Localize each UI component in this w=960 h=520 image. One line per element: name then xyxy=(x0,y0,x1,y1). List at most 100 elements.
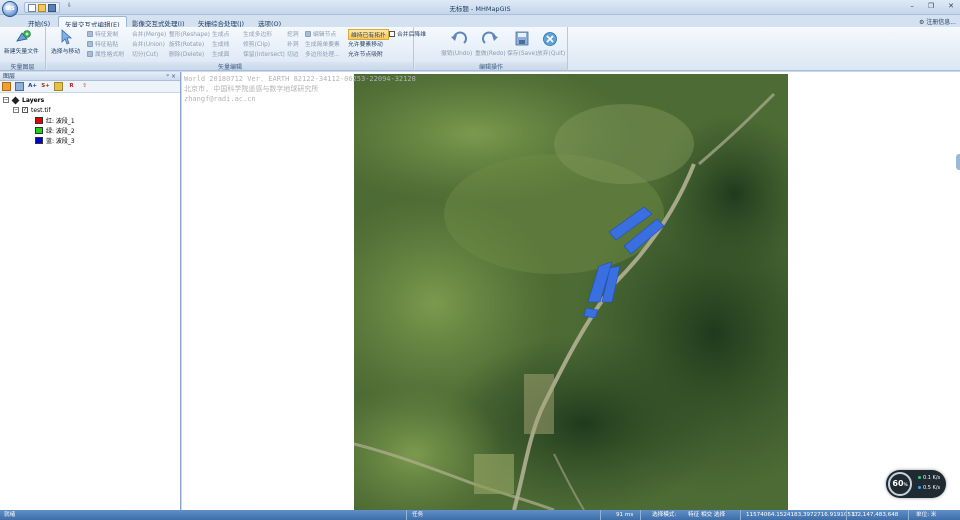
merge-button[interactable]: 合并(Merge) xyxy=(132,29,166,38)
group-edit-operations: 撤销(Undo) 重做(Redo) 保存(Save) 放弃(Quit) 编辑操作 xyxy=(415,27,568,71)
panel-pin-close-icon[interactable]: ᵖ × xyxy=(166,72,176,81)
status-select-mode-label: 选择模式: xyxy=(652,512,677,518)
rotate-button[interactable]: 旋转(Rotate) xyxy=(169,39,204,48)
layer-visibility-checkbox[interactable]: ✓ xyxy=(22,107,28,113)
add-symbol-button[interactable]: S+ xyxy=(41,82,50,91)
paste-icon xyxy=(87,40,93,47)
create-polygon-button[interactable]: 生成面 xyxy=(212,49,229,58)
map-view[interactable]: World 20180712 Ver. EARTH 82122-34112-06… xyxy=(182,72,960,510)
layer-panel-toolbar: A+ S+ R ⇧ xyxy=(0,81,180,93)
zoom-widget[interactable]: 60% 0.1 K/s 0.5 K/s xyxy=(886,470,946,498)
feature-copy-button[interactable]: 特征复制 xyxy=(87,29,118,38)
select-move-icon xyxy=(61,29,73,45)
clip-button[interactable]: 修剪(Clip) xyxy=(243,39,270,48)
allow-feature-move-toggle[interactable]: 允许要素移动 xyxy=(348,39,383,48)
union-button[interactable]: 合并(Union) xyxy=(132,39,165,48)
band-item-green[interactable]: 绿: 波段_2 xyxy=(3,125,180,135)
tab-start[interactable]: 开始(S) xyxy=(22,16,56,28)
ribbon: 新建矢量文件 矢量图层 选择与移动 特征复制 特征粘贴 属性格式刷 合并(Mer… xyxy=(0,27,960,71)
undo-icon xyxy=(451,31,467,44)
create-multipolygon-button[interactable]: 生成多边形 xyxy=(243,29,272,38)
delete-button[interactable]: 删除(Delete) xyxy=(169,49,204,58)
save-edits-icon xyxy=(515,31,529,46)
feature-paste-button[interactable]: 特征粘贴 xyxy=(87,39,118,48)
allow-vertex-snap-toggle[interactable]: 允许节点吸附 xyxy=(348,49,383,58)
watermark-line: zhangf@radi.ac.cn xyxy=(184,95,256,103)
down-arrow-icon xyxy=(918,486,921,489)
polygon-process-button[interactable]: 多边形处理... xyxy=(305,49,340,58)
tab-image-process[interactable]: 影像交互式处理(I) xyxy=(126,16,191,28)
layer-panel-title: 图层 xyxy=(3,73,16,80)
create-point-button[interactable]: 生成点 xyxy=(212,29,229,38)
reshape-button[interactable]: 整形(Reshape) xyxy=(169,29,210,38)
checkbox-icon xyxy=(389,30,395,37)
green-swatch-icon xyxy=(35,126,43,134)
move-layer-button[interactable]: ⇧ xyxy=(80,82,89,91)
layers-icon xyxy=(11,96,20,104)
layer-item-test-tif[interactable]: − ✓ test.tif xyxy=(3,105,180,115)
satellite-image[interactable] xyxy=(354,74,788,510)
red-swatch-icon xyxy=(35,116,43,124)
group-label: 矢量图层 xyxy=(0,62,45,71)
simple-feature-button[interactable]: 生成简单要素 xyxy=(305,39,340,48)
redo-button[interactable]: 重做(Redo) xyxy=(475,48,506,57)
layer-tree-root[interactable]: − Layers xyxy=(3,95,180,105)
group-vector-edit: 选择与移动 特征复制 特征粘贴 属性格式刷 合并(Merge) 合并(Union… xyxy=(47,27,426,71)
register-info-link[interactable]: ⚙ 注册信息... xyxy=(919,17,956,26)
undo-button[interactable]: 撤销(Undo) xyxy=(441,48,472,57)
collapse-toggle-icon[interactable]: − xyxy=(3,97,9,103)
blue-swatch-icon xyxy=(35,136,43,144)
folder-icon[interactable] xyxy=(54,82,63,91)
status-task: 任务 xyxy=(412,512,424,518)
watermark-line: 北京市, 中国科学院遥感与数字地球研究所 xyxy=(184,85,319,93)
create-line-button[interactable]: 生成线 xyxy=(212,39,229,48)
quit-edits-icon xyxy=(543,32,557,46)
vertex-icon xyxy=(305,30,311,37)
maximize-button[interactable]: ❐ xyxy=(928,2,934,10)
status-scale[interactable]: 1:2,147,483,648 xyxy=(852,511,898,519)
status-render-time: 91 ms xyxy=(616,512,634,518)
tab-raster-vector[interactable]: 矢栅综合处理(J) xyxy=(192,16,250,28)
band-item-blue[interactable]: 蓝: 波段_3 xyxy=(3,135,180,145)
band-label: 绿: 波段_2 xyxy=(46,127,75,135)
close-button[interactable]: ✕ xyxy=(948,2,954,10)
band-item-red[interactable]: 红: 波段_1 xyxy=(3,115,180,125)
download-speed: 0.5 K/s xyxy=(918,485,940,491)
image-watermark: World 20180712 Ver. EARTH 82122-34112-06… xyxy=(184,74,416,104)
cut-edge-button[interactable]: 切边 xyxy=(287,49,299,58)
minimize-button[interactable]: – xyxy=(910,2,914,10)
dig-hole-button[interactable]: 挖洞 xyxy=(287,29,299,38)
group-label: 编辑操作 xyxy=(415,62,567,71)
layer-list-icon[interactable] xyxy=(15,82,24,91)
fill-hole-button[interactable]: 补洞 xyxy=(287,39,299,48)
status-bar: 就绪 任务 91 ms 选择模式: 特征 相交 选择 11574064.1524… xyxy=(0,510,960,520)
new-vector-file-button[interactable]: 新建矢量文件 xyxy=(4,46,39,55)
format-brush-icon xyxy=(87,50,93,57)
quit-edits-button[interactable]: 放弃(Quit) xyxy=(537,48,565,57)
copy-icon xyxy=(87,30,93,37)
layer-tree-icon[interactable] xyxy=(2,82,11,91)
layer-file-label: test.tif xyxy=(31,106,51,114)
save-edits-button[interactable]: 保存(Save) xyxy=(507,48,537,57)
app-logo[interactable]: GIS xyxy=(2,1,18,17)
status-coordinates: 11574064.1524183,3972716.91910517 xyxy=(746,512,859,518)
attribute-brush-button[interactable]: 属性格式刷 xyxy=(87,49,124,58)
tab-vector-edit[interactable]: 矢量交互式编辑(E) xyxy=(58,16,127,29)
select-move-button[interactable]: 选择与移动 xyxy=(51,46,80,55)
remove-layer-button[interactable]: R xyxy=(67,82,76,91)
status-unit: 单位: 米 xyxy=(916,512,937,518)
collapse-toggle-icon[interactable]: − xyxy=(13,107,19,113)
watermark-line: World 20180712 Ver. EARTH 82122-34112-06… xyxy=(184,75,416,83)
tab-options[interactable]: 选项(O) xyxy=(252,16,287,28)
edit-vertex-button[interactable]: 编辑节点 xyxy=(305,29,336,38)
title-bar: GIS ⇩ 无标题 - MHMapGIS – ❐ ✕ xyxy=(0,0,960,17)
cut-button[interactable]: 切分(Cut) xyxy=(132,49,158,58)
add-annotation-button[interactable]: A+ xyxy=(28,82,37,91)
layer-root-label: Layers xyxy=(22,96,45,104)
new-vector-file-icon xyxy=(16,30,31,42)
side-panel-handle[interactable] xyxy=(956,154,960,170)
up-arrow-icon xyxy=(918,476,921,479)
status-select-mode-value[interactable]: 特征 相交 选择 xyxy=(688,511,725,519)
intersect-button[interactable]: 保留(Intersect) xyxy=(243,49,285,58)
band-label: 红: 波段_1 xyxy=(46,117,75,125)
